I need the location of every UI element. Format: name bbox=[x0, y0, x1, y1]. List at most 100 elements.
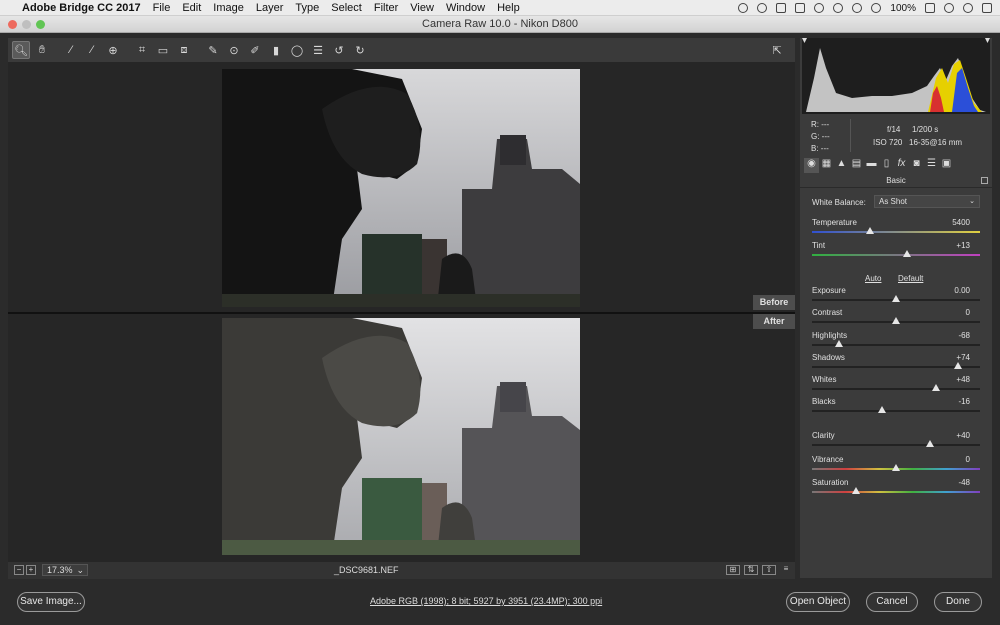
wifi-icon[interactable] bbox=[852, 3, 863, 13]
graduated-filter-icon[interactable]: ▮ bbox=[267, 41, 285, 59]
camera-calibration-tab-icon[interactable]: ◙ bbox=[909, 158, 924, 173]
done-button[interactable]: Done bbox=[934, 592, 982, 612]
menu-file[interactable]: File bbox=[153, 2, 171, 14]
copy-settings-icon[interactable]: ⇧ bbox=[762, 565, 776, 575]
preferences-list-icon[interactable]: ☰ bbox=[309, 41, 327, 59]
panel-menu-icon[interactable] bbox=[981, 177, 988, 184]
basic-tab-icon[interactable]: ◉ bbox=[804, 158, 819, 173]
slider-track[interactable] bbox=[812, 254, 980, 256]
slider-thumb[interactable] bbox=[903, 250, 911, 257]
exposure-slider[interactable]: Exposure 0.00 bbox=[812, 286, 980, 308]
slider-track[interactable] bbox=[812, 388, 980, 390]
hand-tool-icon[interactable]: ✋︎ bbox=[33, 41, 51, 59]
cloud-icon[interactable] bbox=[776, 3, 787, 13]
zoom-tool-icon[interactable]: 🔍︎ bbox=[12, 41, 30, 59]
menu-help[interactable]: Help bbox=[497, 2, 520, 14]
volume-icon[interactable] bbox=[871, 3, 882, 13]
slider-thumb[interactable] bbox=[954, 362, 962, 369]
swap-before-after-icon[interactable]: ⇅ bbox=[744, 565, 758, 575]
after-label[interactable]: After bbox=[753, 314, 795, 329]
vibrance-slider[interactable]: Vibrance 0 bbox=[812, 455, 980, 477]
straighten-tool-icon[interactable]: ▭ bbox=[154, 41, 172, 59]
default-link[interactable]: Default bbox=[898, 274, 923, 283]
detail-tab-icon[interactable]: ▲ bbox=[834, 158, 849, 173]
targeted-adjustment-tool-icon[interactable]: ⊕ bbox=[104, 41, 122, 59]
slider-value[interactable]: +48 bbox=[956, 375, 970, 384]
crop-tool-icon[interactable]: ⌗ bbox=[133, 41, 151, 59]
bluetooth-icon[interactable] bbox=[833, 3, 844, 13]
app-name-menu[interactable]: Adobe Bridge CC 2017 bbox=[22, 2, 141, 14]
notification-center-icon[interactable] bbox=[982, 3, 992, 13]
rotate-cw-icon[interactable]: ↻ bbox=[351, 41, 369, 59]
slider-value[interactable]: +74 bbox=[956, 353, 970, 362]
presets-tab-icon[interactable]: ☰ bbox=[924, 158, 939, 173]
zoom-level-select[interactable]: 17.3% ⌄ bbox=[42, 564, 88, 576]
whites-slider[interactable]: Whites +48 bbox=[812, 375, 980, 397]
time-machine-icon[interactable] bbox=[814, 3, 825, 13]
zoom-in-button[interactable]: + bbox=[26, 565, 36, 575]
slider-track[interactable] bbox=[812, 491, 980, 493]
tint-slider[interactable]: Tint +13 bbox=[812, 241, 980, 263]
menu-filter[interactable]: Filter bbox=[374, 2, 398, 14]
slider-value[interactable]: +13 bbox=[956, 241, 970, 250]
saturation-slider[interactable]: Saturation -48 bbox=[812, 478, 980, 500]
menu-edit[interactable]: Edit bbox=[182, 2, 201, 14]
cycle-view-icon[interactable]: ⊞ bbox=[726, 565, 740, 575]
menu-image[interactable]: Image bbox=[213, 2, 244, 14]
cancel-button[interactable]: Cancel bbox=[866, 592, 918, 612]
spot-removal-tool-icon[interactable]: ✎ bbox=[204, 41, 222, 59]
rotate-ccw-icon[interactable]: ↺ bbox=[330, 41, 348, 59]
menu-view[interactable]: View bbox=[410, 2, 434, 14]
white-balance-select[interactable]: As Shot ⌄ bbox=[874, 195, 980, 208]
slider-value[interactable]: -68 bbox=[958, 331, 970, 340]
menu-window[interactable]: Window bbox=[446, 2, 485, 14]
contrast-slider[interactable]: Contrast 0 bbox=[812, 308, 980, 330]
slider-thumb[interactable] bbox=[892, 464, 900, 471]
shadows-slider[interactable]: Shadows +74 bbox=[812, 353, 980, 375]
slider-value[interactable]: +40 bbox=[956, 431, 970, 440]
clock-icon[interactable] bbox=[944, 3, 954, 13]
slider-value[interactable]: -48 bbox=[958, 478, 970, 487]
slider-thumb[interactable] bbox=[892, 317, 900, 324]
slider-track[interactable] bbox=[812, 410, 980, 412]
clarity-slider[interactable]: Clarity +40 bbox=[812, 431, 980, 453]
menu-select[interactable]: Select bbox=[331, 2, 362, 14]
toggle-settings-icon[interactable]: ≡ bbox=[780, 565, 792, 575]
workflow-options-link[interactable]: Adobe RGB (1998); 8 bit; 5927 by 3951 (2… bbox=[370, 596, 602, 606]
close-window-button[interactable] bbox=[8, 20, 17, 29]
slider-track[interactable] bbox=[812, 444, 980, 446]
battery-percent[interactable]: 100% bbox=[890, 3, 916, 14]
slider-value[interactable]: 5400 bbox=[952, 218, 970, 227]
auto-link[interactable]: Auto bbox=[865, 274, 881, 283]
save-image-button[interactable]: Save Image... bbox=[17, 592, 85, 612]
slider-thumb[interactable] bbox=[878, 406, 886, 413]
transform-tool-icon[interactable]: ⧈ bbox=[175, 41, 193, 59]
slider-value[interactable]: 0 bbox=[966, 455, 970, 464]
blacks-slider[interactable]: Blacks -16 bbox=[812, 397, 980, 419]
effects-tab-icon[interactable]: fx bbox=[894, 158, 909, 173]
lens-corrections-tab-icon[interactable]: ▯ bbox=[879, 158, 894, 173]
location-icon[interactable] bbox=[757, 3, 768, 13]
radial-filter-icon[interactable]: ◯ bbox=[288, 41, 306, 59]
slider-thumb[interactable] bbox=[932, 384, 940, 391]
zoom-window-button[interactable] bbox=[36, 20, 45, 29]
red-eye-tool-icon[interactable]: ⊙ bbox=[225, 41, 243, 59]
slider-thumb[interactable] bbox=[926, 440, 934, 447]
hsl-tab-icon[interactable]: ▤ bbox=[849, 158, 864, 173]
slider-thumb[interactable] bbox=[835, 340, 843, 347]
battery-icon[interactable] bbox=[925, 3, 935, 13]
tone-curve-tab-icon[interactable]: ▦ bbox=[819, 158, 834, 173]
zoom-out-button[interactable]: − bbox=[14, 565, 24, 575]
slider-thumb[interactable] bbox=[852, 487, 860, 494]
temperature-slider[interactable]: Temperature 5400 bbox=[812, 218, 980, 240]
minimize-window-button[interactable] bbox=[22, 20, 31, 29]
snapshots-tab-icon[interactable]: ▣ bbox=[939, 158, 954, 173]
color-sampler-tool-icon[interactable]: ⁄ bbox=[83, 41, 101, 59]
slider-thumb[interactable] bbox=[892, 295, 900, 302]
before-label[interactable]: Before bbox=[753, 295, 795, 310]
white-balance-tool-icon[interactable]: ⁄ bbox=[62, 41, 80, 59]
creative-cloud-icon[interactable] bbox=[738, 3, 749, 13]
spotlight-icon[interactable] bbox=[963, 3, 973, 13]
menu-layer[interactable]: Layer bbox=[256, 2, 284, 14]
slider-value[interactable]: 0 bbox=[966, 308, 970, 317]
